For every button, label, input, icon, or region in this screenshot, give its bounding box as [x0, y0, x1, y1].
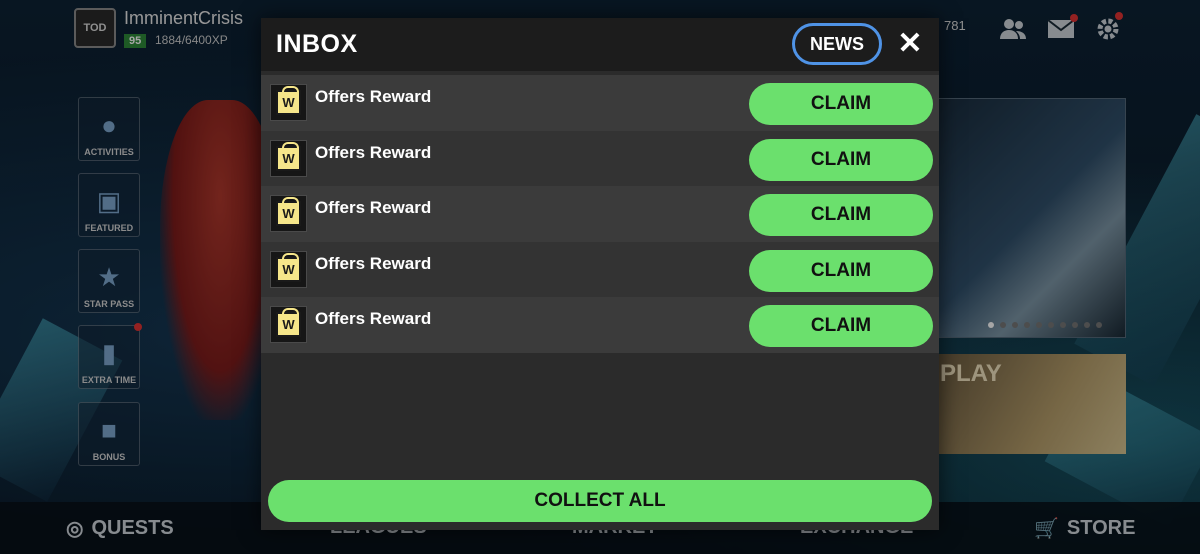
claim-button[interactable]: CLAIM [749, 249, 933, 292]
claim-button[interactable]: CLAIM [749, 138, 933, 181]
inbox-item: W Offers Reward CLAIM [261, 130, 939, 186]
inbox-modal: INBOX NEWS ✕ W Offers Reward CLAIM W Off… [261, 18, 939, 530]
inbox-item-label: Offers Reward [315, 142, 432, 162]
inbox-item: W Offers Reward CLAIM [261, 75, 939, 131]
inbox-header: INBOX NEWS ✕ [261, 18, 939, 71]
inbox-item: W Offers Reward CLAIM [261, 186, 939, 242]
gift-icon: W [270, 139, 307, 177]
close-icon[interactable]: ✕ [895, 28, 925, 60]
inbox-item: W Offers Reward CLAIM [261, 241, 939, 297]
gift-icon: W [270, 250, 307, 288]
claim-button[interactable]: CLAIM [749, 194, 933, 236]
claim-button[interactable]: CLAIM [749, 305, 933, 347]
gift-icon: W [270, 84, 307, 121]
collect-all-button[interactable]: COLLECT ALL [268, 480, 932, 522]
gift-icon: W [270, 306, 307, 343]
inbox-item-label: Offers Reward [315, 87, 432, 106]
inbox-title: INBOX [276, 30, 358, 58]
gift-icon: W [270, 195, 307, 232]
inbox-item-label: Offers Reward [315, 198, 432, 217]
news-button[interactable]: NEWS [792, 23, 882, 65]
inbox-item: W Offers Reward CLAIM [261, 297, 939, 353]
claim-button[interactable]: CLAIM [749, 83, 933, 125]
inbox-list: W Offers Reward CLAIM W Offers Reward CL… [261, 75, 939, 353]
inbox-item-label: Offers Reward [315, 253, 432, 273]
inbox-item-label: Offers Reward [315, 309, 432, 328]
